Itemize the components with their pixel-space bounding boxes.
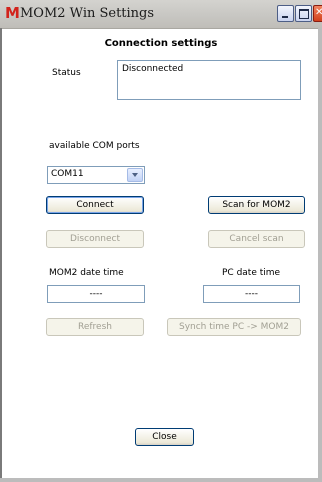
- synch-time-button[interactable]: Synch time PC -> MOM2: [167, 318, 301, 336]
- mom2-datetime-field[interactable]: ----: [47, 285, 145, 303]
- pc-datetime-label: PC date time: [222, 268, 281, 278]
- title-bar[interactable]: M MOM2 Win Settings: [0, 0, 322, 29]
- window-title: MOM2 Win Settings: [20, 6, 155, 21]
- com-port-value: COM11: [51, 169, 84, 179]
- minimize-icon[interactable]: [277, 5, 294, 22]
- connect-button[interactable]: Connect: [46, 196, 144, 214]
- com-ports-label: available COM ports: [49, 141, 140, 151]
- close-icon[interactable]: [313, 5, 322, 22]
- scan-button[interactable]: Scan for MOM2: [208, 196, 305, 214]
- close-button[interactable]: Close: [135, 428, 194, 446]
- refresh-button[interactable]: Refresh: [46, 318, 144, 336]
- maximize-icon[interactable]: [295, 5, 312, 22]
- window-border-left: [0, 28, 2, 482]
- mom2-datetime-label: MOM2 date time: [49, 268, 124, 278]
- status-field[interactable]: Disconnected: [117, 60, 301, 100]
- pc-datetime-field[interactable]: ----: [203, 285, 300, 303]
- status-label: Status: [52, 68, 81, 78]
- section-heading: Connection settings: [104, 38, 218, 49]
- settings-window: M MOM2 Win Settings Connection settings …: [0, 0, 322, 482]
- window-border-right: [318, 28, 322, 482]
- com-port-select[interactable]: COM11: [47, 166, 145, 184]
- cancel-scan-button[interactable]: Cancel scan: [208, 230, 305, 248]
- window-border-bottom: [0, 478, 322, 482]
- chevron-down-icon[interactable]: [127, 168, 143, 182]
- app-logo-icon: M: [5, 4, 20, 22]
- disconnect-button[interactable]: Disconnect: [46, 230, 144, 248]
